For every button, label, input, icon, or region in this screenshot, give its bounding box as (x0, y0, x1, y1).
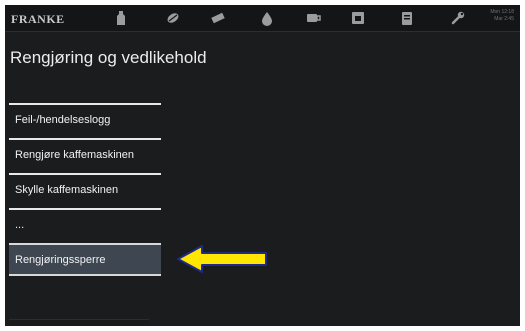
menu-item-label: Skylle kaffemaskinen (15, 184, 119, 196)
status-line-2: Mar 2:45 (494, 16, 514, 22)
menu-item-more[interactable]: ... (9, 208, 161, 241)
menu-item-clean-machine[interactable]: Rengjøre kaffemaskinen (9, 138, 161, 171)
menu-item-rinse-machine[interactable]: Skylle kaffemaskinen (9, 173, 161, 206)
wrench-icon[interactable] (450, 10, 466, 26)
clipboard-icon[interactable] (399, 10, 415, 26)
water-drop-icon[interactable] (259, 10, 275, 26)
menu-item-label: Rengjøre kaffemaskinen (15, 149, 135, 161)
menu-item-error-log[interactable]: Feil-/hendelseslogg (9, 103, 161, 136)
app-screen: FRANKE Mon 12:18 Mar 2:45 Rengjøring og … (5, 5, 520, 326)
page-title: Rengjøring og vedlikehold (10, 48, 207, 67)
coffee-machine-icon[interactable] (350, 10, 366, 26)
pointer-arrow-icon (177, 245, 267, 273)
chocolate-icon[interactable] (210, 10, 226, 26)
bottom-strip (9, 319, 149, 326)
brand-logo: FRANKE (11, 12, 65, 26)
menu-item-label: Rengjøringssperre (15, 254, 106, 266)
maintenance-menu: Feil-/hendelseslogg Rengjøre kaffemaskin… (9, 103, 161, 278)
top-toolbar: FRANKE Mon 12:18 Mar 2:45 (5, 5, 520, 32)
menu-item-label: ... (15, 219, 25, 231)
cup-icon[interactable] (305, 10, 321, 26)
milk-bottle-icon[interactable] (113, 10, 129, 26)
menu-item-label: Feil-/hendelseslogg (15, 114, 111, 126)
bean-icon[interactable] (165, 10, 181, 26)
status-line-1: Mon 12:18 (490, 9, 514, 15)
menu-item-cleaning-lock[interactable]: Rengjøringssperre (9, 243, 161, 276)
status-clock: Mon 12:18 Mar 2:45 (490, 9, 514, 23)
